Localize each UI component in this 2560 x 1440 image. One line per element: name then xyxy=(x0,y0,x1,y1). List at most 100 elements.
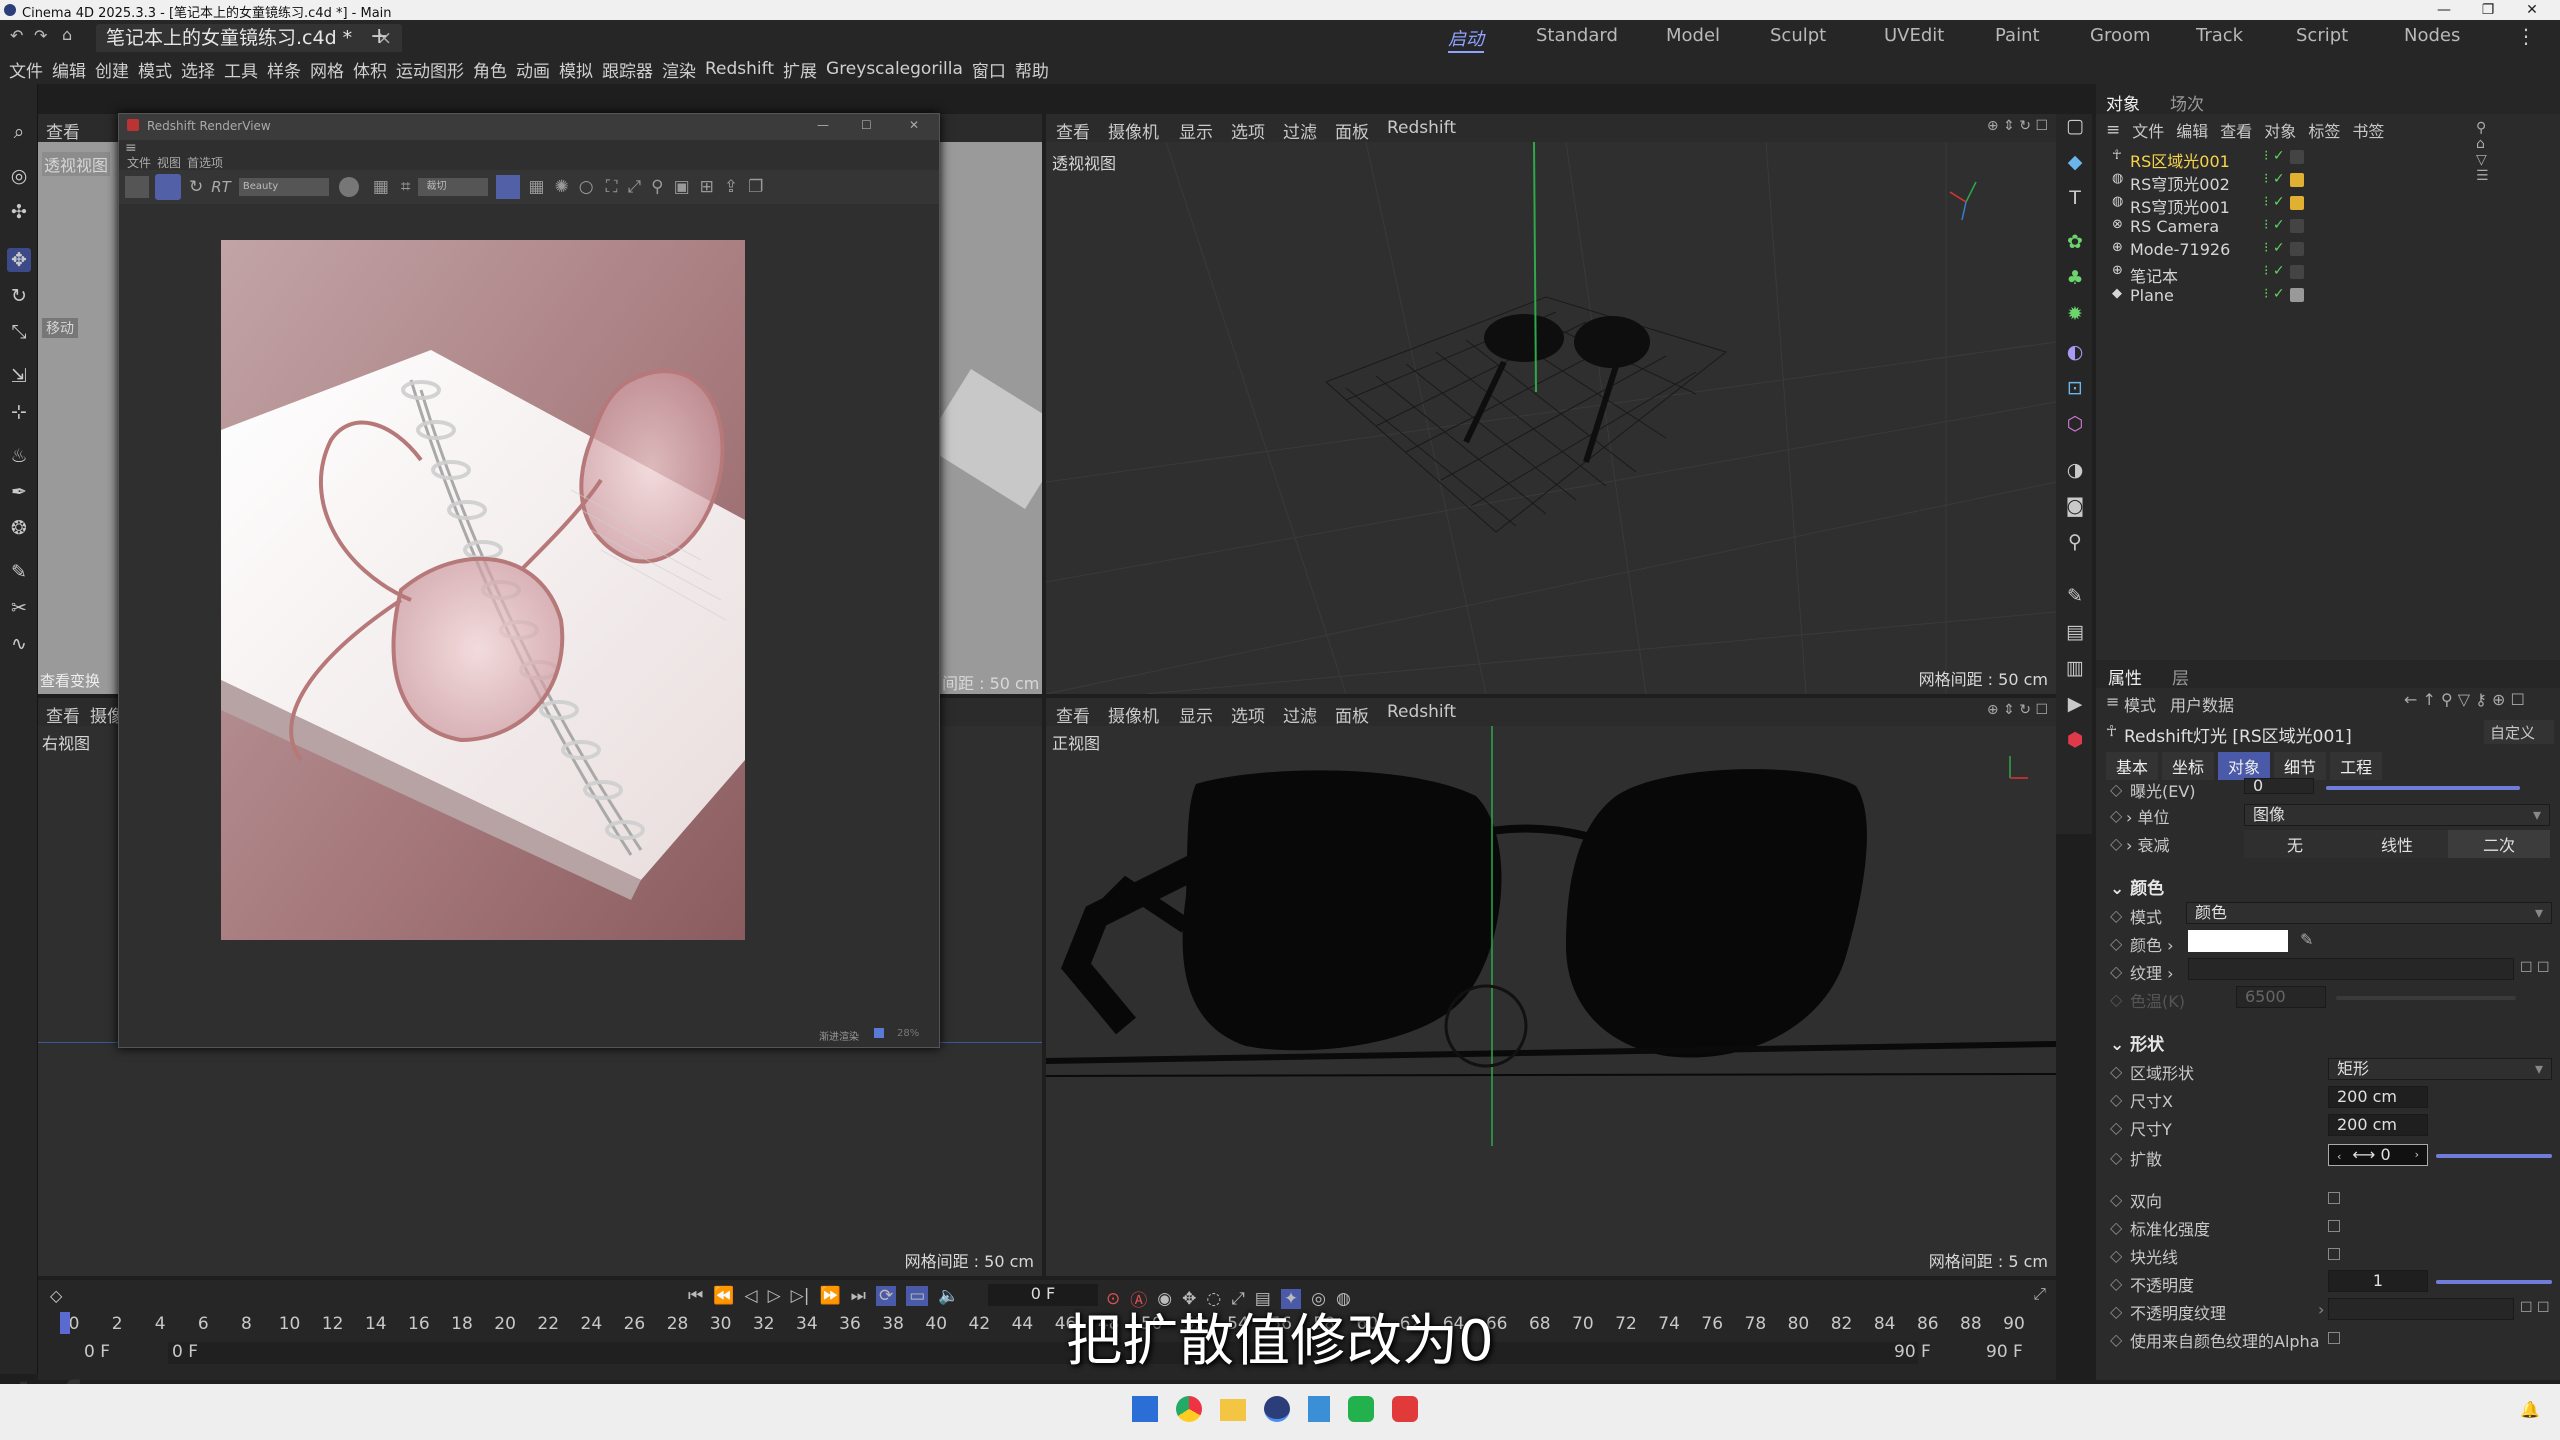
layout-tab[interactable]: Paint xyxy=(1995,25,2040,46)
attr-menu-userdata[interactable]: 用户数据 xyxy=(2170,692,2234,716)
viewport-menu-item[interactable]: Redshift xyxy=(1387,118,1456,138)
viewport-menu-item[interactable]: 查看 xyxy=(1056,118,1090,143)
opacity-texture-field[interactable] xyxy=(2328,1298,2514,1320)
object-name[interactable]: Plane xyxy=(2130,286,2174,305)
add-icon[interactable]: ⊞ xyxy=(700,177,714,197)
object-tag-icon[interactable] xyxy=(2290,288,2304,302)
object-visibility[interactable]: ⁝ ✓ xyxy=(2264,217,2285,233)
cinema4d-icon[interactable] xyxy=(1264,1396,1290,1422)
refresh-icon[interactable]: ↻ xyxy=(189,177,203,197)
opacity-slider[interactable] xyxy=(2436,1280,2552,1284)
paint-icon[interactable]: ✎ xyxy=(7,560,31,584)
object-row[interactable]: ☥ RS区域光001 ⁝ ✓ xyxy=(2096,146,2560,171)
exposure-value[interactable]: 0 xyxy=(2244,778,2314,794)
spline-mask-icon[interactable]: ⊡ xyxy=(2063,376,2087,400)
viewport-menu-item[interactable]: 查看 xyxy=(46,702,80,727)
keyframe-dot-icon[interactable]: ◇ xyxy=(2110,806,2122,825)
menu-item[interactable]: Redshift xyxy=(705,59,774,79)
object-row[interactable]: ◍ RS穹顶光002 ⁝ ✓ xyxy=(2096,169,2560,194)
alpha-checkbox[interactable] xyxy=(2328,1332,2340,1344)
color-section[interactable]: ⌄ 颜色 xyxy=(2110,874,2164,899)
exposure-slider[interactable] xyxy=(2326,786,2520,790)
spline-icon[interactable]: ∿ xyxy=(7,632,31,656)
expand-icon[interactable]: ⤢ xyxy=(628,177,642,197)
render-settings-icon[interactable]: ▥ xyxy=(2063,656,2087,680)
normalize-checkbox[interactable] xyxy=(2328,1220,2340,1232)
layout-tab[interactable]: Groom xyxy=(2090,25,2151,46)
keyframe-dot-icon[interactable]: ◇ xyxy=(2110,1330,2122,1349)
object-row[interactable]: ⊕ Mode-71926 ⁝ ✓ xyxy=(2096,238,2560,261)
keyframe-dot-icon[interactable]: ◇ xyxy=(2110,1148,2122,1167)
field-icon[interactable]: ◐ xyxy=(2063,340,2087,364)
eyedropper-icon[interactable]: ✎ xyxy=(2300,930,2313,949)
rt-toggle[interactable]: RT xyxy=(211,178,231,196)
viewport-menu-item[interactable]: 过滤 xyxy=(1283,118,1317,143)
viewport-menu-item[interactable]: 显示 xyxy=(1179,702,1213,727)
decay-option[interactable]: 线性 xyxy=(2346,830,2448,858)
object-menu-item[interactable]: 文件 xyxy=(2132,118,2164,142)
shape-section[interactable]: ⌄ 形状 xyxy=(2110,1030,2164,1055)
viewport-menu-item[interactable]: 选项 xyxy=(1231,702,1265,727)
notification-icon[interactable]: 🔔 xyxy=(2520,1400,2540,1419)
start-frame[interactable]: 0 F xyxy=(84,1342,110,1362)
menu-item[interactable]: 运动图形 xyxy=(396,57,464,82)
viewport-perspective[interactable]: 查看 摄像机 显示 选项 过滤 面板 Redshift ⊕ ⇕ ↻ ☐ 透视视图 网格间距 xyxy=(1046,114,2056,694)
object-menu-item[interactable]: 标签 xyxy=(2308,118,2340,142)
texture-field[interactable] xyxy=(2188,958,2514,980)
attribute-subtab[interactable]: 工程 xyxy=(2330,752,2383,780)
keyframe-dot-icon[interactable]: ◇ xyxy=(2110,1118,2122,1137)
object-tag-icon[interactable] xyxy=(2290,219,2304,233)
custom-dropdown[interactable]: 自定义 xyxy=(2484,720,2554,744)
attribute-subtab[interactable]: 基本 xyxy=(2106,752,2159,780)
object-visibility[interactable]: ⁝ ✓ xyxy=(2264,286,2285,302)
viewport-menu-item[interactable]: 选项 xyxy=(1231,118,1265,143)
object-row[interactable]: ◆ Plane ⁝ ✓ xyxy=(2096,284,2560,307)
menu-item[interactable]: 工具 xyxy=(224,57,258,82)
bucket-icon[interactable]: ▦ xyxy=(528,177,544,197)
move-tool-icon[interactable]: ✥ xyxy=(7,248,31,272)
search-icon[interactable]: ⌕ xyxy=(7,120,31,144)
object-visibility[interactable]: ⁝ ✓ xyxy=(2264,148,2285,164)
menu-item[interactable]: 窗口 xyxy=(972,57,1006,82)
keyframe-dot-icon[interactable]: ◇ xyxy=(2110,1246,2122,1265)
range-start[interactable]: 0 F xyxy=(168,1342,1918,1364)
attribute-subtab[interactable]: 坐标 xyxy=(2162,752,2215,780)
redshift-cube-icon[interactable]: ⬢ xyxy=(2063,728,2087,752)
spread-field[interactable]: ‹ ⟷ 0 › xyxy=(2328,1144,2428,1166)
double-sided-checkbox[interactable] xyxy=(2328,1192,2340,1204)
renderview-menu-item[interactable]: 视图 xyxy=(157,154,181,171)
range-end[interactable]: 90 F xyxy=(1894,1342,1931,1362)
knife-icon[interactable]: ✂ xyxy=(7,596,31,620)
close-button[interactable]: ✕ xyxy=(2510,0,2554,20)
increment-icon[interactable]: › xyxy=(2415,1145,2419,1165)
tab-takes[interactable]: 场次 xyxy=(2170,90,2204,115)
area-shape-select[interactable]: 矩形 ▾ xyxy=(2328,1058,2552,1080)
color-swatch[interactable] xyxy=(2188,930,2288,952)
brush-icon[interactable]: ♨ xyxy=(7,444,31,468)
size-y-field[interactable]: 200 cm xyxy=(2328,1114,2428,1136)
playhead[interactable] xyxy=(60,1312,70,1334)
object-visibility[interactable]: ⁝ ✓ xyxy=(2264,171,2285,187)
attr-menu-mode[interactable]: 模式 xyxy=(2124,692,2156,716)
viewport-menu-item[interactable]: 显示 xyxy=(1179,118,1213,143)
lock-icon[interactable] xyxy=(496,175,521,199)
layout-tab[interactable]: Model xyxy=(1666,25,1720,46)
renderview-minimize[interactable]: — xyxy=(817,118,829,132)
texture-buttons-icon[interactable]: ☐ ☐ xyxy=(2520,1300,2550,1316)
snapshot-icon[interactable] xyxy=(125,176,149,198)
snap-tool-icon[interactable]: ⊹ xyxy=(7,400,31,424)
expand-arrow-icon[interactable]: › xyxy=(2318,1300,2324,1319)
object-row[interactable]: ⊕ 笔记本 ⁝ ✓ xyxy=(2096,261,2560,286)
redshift-renderview-window[interactable]: Redshift RenderView — ☐ ✕ ≡ 文件 视图 首选项 ↻ RT… xyxy=(118,113,940,1048)
cube-icon[interactable]: ◆ xyxy=(2063,150,2087,174)
menu-item[interactable]: 跟踪器 xyxy=(602,57,653,82)
layout-tab[interactable]: 启动 xyxy=(1448,25,1484,53)
end-frame[interactable]: 90 F xyxy=(1986,1342,2023,1362)
light-icon[interactable]: ⚲ xyxy=(2063,530,2087,554)
keyframe-dot-icon[interactable]: ◇ xyxy=(2110,1302,2122,1321)
pen-icon[interactable]: ✒ xyxy=(7,480,31,504)
object-tag-icon[interactable] xyxy=(2290,173,2304,187)
app-red-icon[interactable] xyxy=(1392,1396,1418,1422)
viewport-layout-icons[interactable]: ⊕ ⇕ ↻ ☐ xyxy=(1987,702,2048,718)
fit-icon[interactable]: ⛶ xyxy=(606,177,618,197)
